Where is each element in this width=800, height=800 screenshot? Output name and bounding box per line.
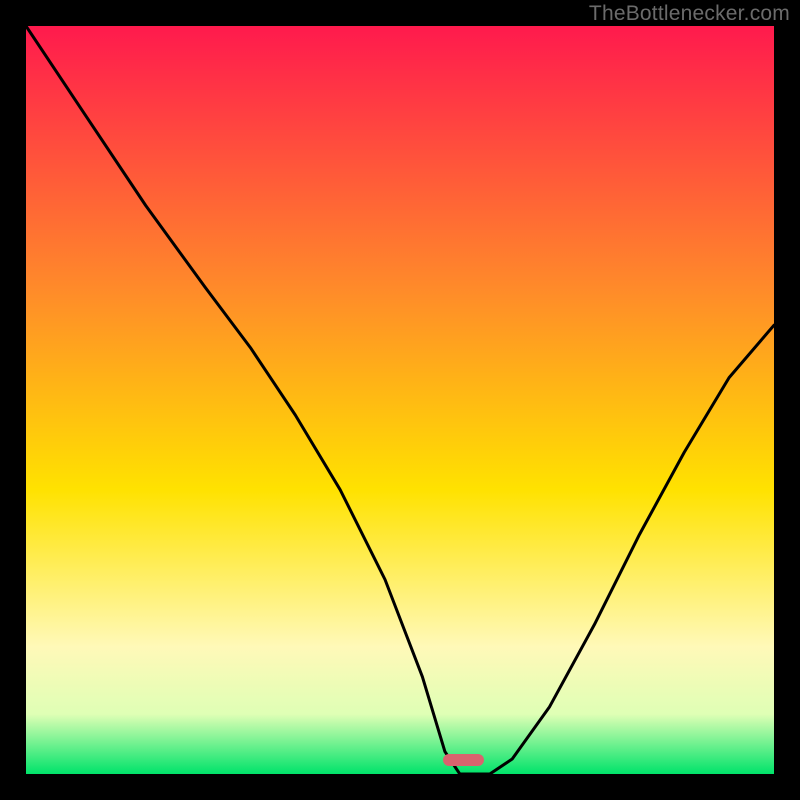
chart-frame [26, 26, 774, 774]
bottleneck-curve [26, 26, 774, 774]
optimal-marker [443, 754, 484, 766]
watermark-text: TheBottlenecker.com [589, 2, 790, 26]
